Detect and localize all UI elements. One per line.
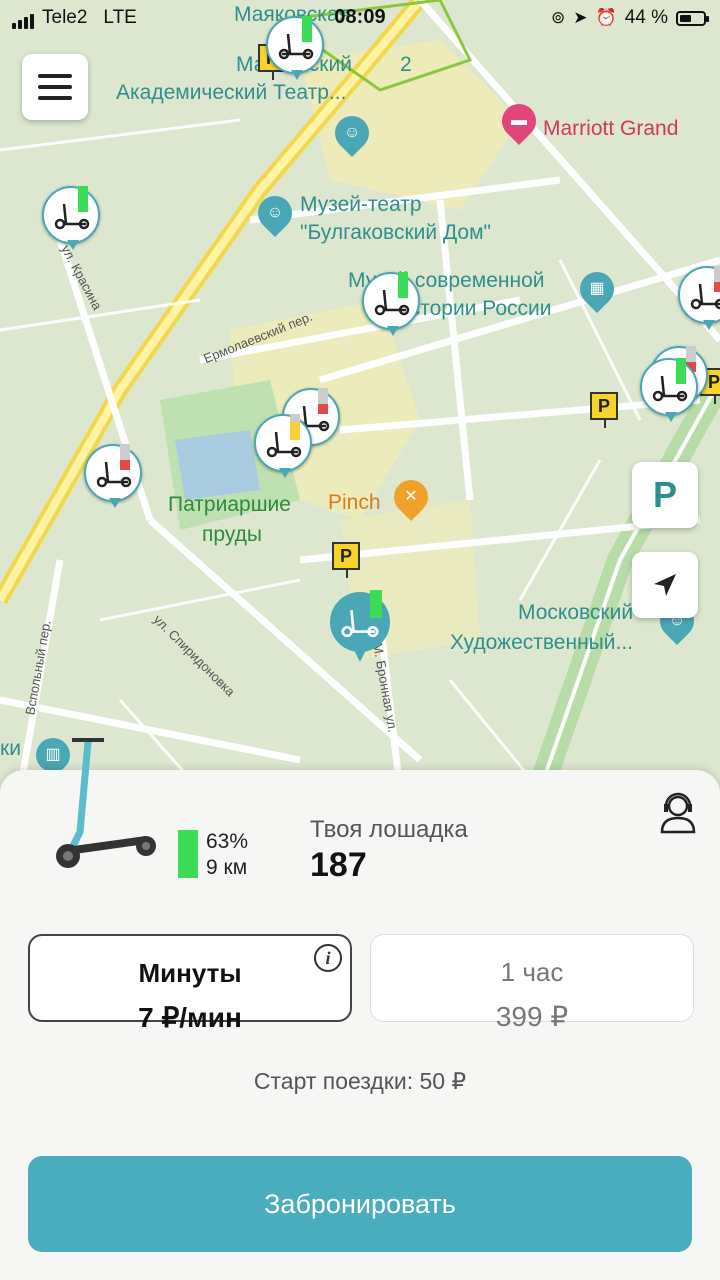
lock-rotation-icon: ⊚ <box>551 8 566 27</box>
label-museum-theatre-1: Музей-театр <box>300 193 422 216</box>
parking-icon: P <box>652 474 677 515</box>
location-arrow-icon: ➤ <box>573 8 588 27</box>
alarm-icon: ⏰ <box>595 8 617 27</box>
label-mkhat-1: Московский <box>518 601 634 624</box>
tariff-minutes[interactable]: i Минуты 7 ₽/мин <box>28 934 352 1033</box>
tariff-price: 399 ₽ <box>495 1001 569 1032</box>
scooter-marker[interactable] <box>362 272 420 336</box>
scooter-marker[interactable] <box>42 186 100 250</box>
vehicle-number: 187 <box>310 846 367 884</box>
hamburger-icon-line <box>38 96 72 100</box>
museum-poi-icon[interactable]: ▦ <box>572 264 622 314</box>
tariff-price: 7 ₽/мин <box>138 1002 242 1033</box>
my-location-button[interactable] <box>632 552 698 618</box>
hamburger-icon <box>38 74 72 78</box>
support-agent-icon <box>660 792 696 834</box>
label-mkhat-2: Художественный... <box>450 631 634 654</box>
tariff-name: 1 час <box>500 957 564 987</box>
battery-icon <box>676 10 709 26</box>
scooter-image <box>56 738 156 868</box>
label-museum-theatre-2: "Булгаковский Дом" <box>300 221 491 244</box>
restaurant-poi-icon[interactable]: ✕ <box>386 472 436 522</box>
vehicle-nickname-label: Твоя лошадка <box>310 816 468 843</box>
scooter-marker[interactable] <box>640 358 698 422</box>
parking-marker[interactable]: P <box>332 542 360 578</box>
battery-percent: 63% <box>206 830 249 853</box>
tariff-hour[interactable]: 1 час 399 ₽ <box>370 934 694 1032</box>
support-button[interactable] <box>656 790 700 839</box>
label-kiki: ки <box>0 737 21 760</box>
label-two: 2 <box>400 53 412 76</box>
label-patriarch-1: Патриаршие <box>168 493 291 516</box>
theatre-poi-icon[interactable]: ☺ <box>327 108 377 158</box>
label-pinch: Pinch <box>328 491 381 514</box>
hotel-poi-icon[interactable]: ▬ <box>494 96 544 146</box>
parking-marker[interactable]: P <box>590 392 618 428</box>
menu-button[interactable] <box>22 54 88 120</box>
hamburger-icon-line <box>38 85 72 89</box>
label-marriott: Marriott Grand <box>543 117 679 140</box>
info-icon[interactable]: i <box>314 944 342 972</box>
battery-percent: 44 % <box>624 7 668 28</box>
map-view[interactable]: Маяковская Маяковский 2 Академический Те… <box>0 0 720 790</box>
range-km: 9 км <box>206 856 248 879</box>
battery-level-bar <box>178 830 198 878</box>
label-patriarch-2: пруды <box>202 523 262 546</box>
parking-zones-button[interactable]: P <box>632 462 698 528</box>
tariff-name: Минуты <box>138 958 242 988</box>
museum-theatre-poi-icon[interactable]: ☺ <box>250 188 300 238</box>
scooter-marker[interactable] <box>254 414 312 478</box>
label-academic-theatre: Академический Театр... <box>116 81 347 104</box>
scooter-marker[interactable] <box>84 444 142 508</box>
selected-scooter-marker[interactable] <box>330 590 390 662</box>
start-fee: Старт поездки: 50 ₽ <box>253 1068 467 1094</box>
navigation-arrow-icon <box>654 574 676 596</box>
scooter-details-sheet: 63% 9 км Твоя лошадка 187 i Минуты 7 ₽/м… <box>0 738 720 1280</box>
book-button[interactable]: Забронировать <box>28 1156 692 1252</box>
label-museum-history-2: истории России <box>398 297 552 320</box>
status-bar: Tele2 LTE 08:09 ⊚ ➤ ⏰ 44 % <box>0 0 720 36</box>
